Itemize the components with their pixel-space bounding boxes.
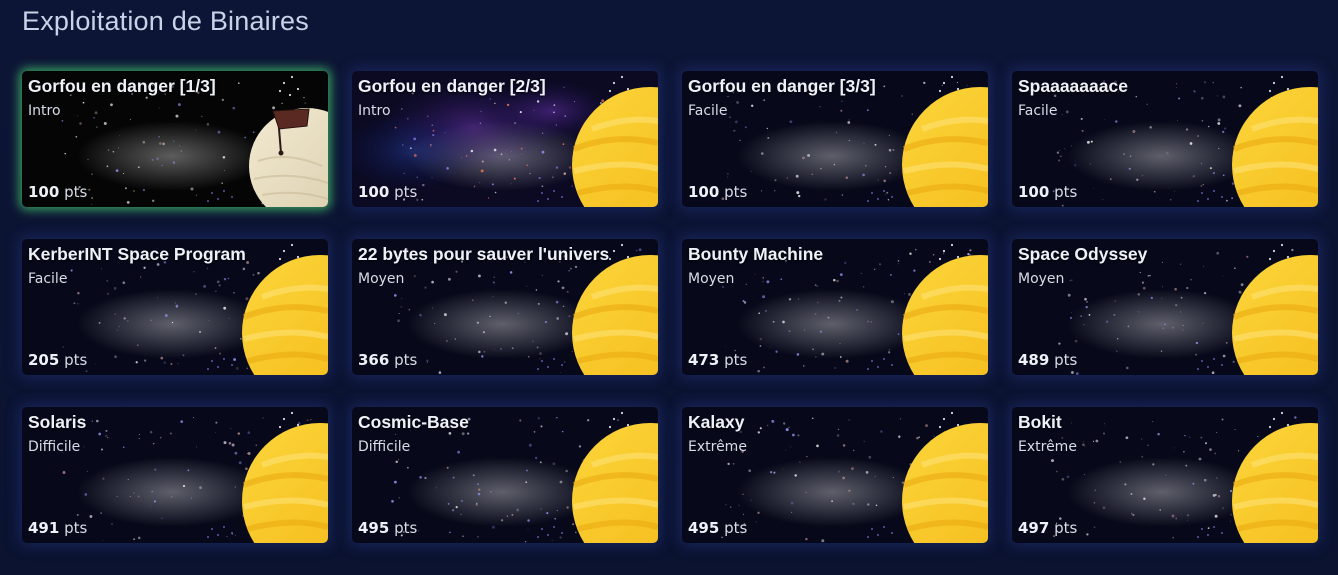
points-unit: pts (64, 183, 88, 201)
challenge-card[interactable]: Gorfou en danger [3/3] Facile 100 pts (682, 71, 988, 207)
points-unit: pts (394, 183, 418, 201)
challenge-title: Cosmic-Base (358, 412, 469, 432)
points-value: 100 (1018, 183, 1050, 201)
points-unit: pts (724, 519, 748, 537)
challenge-points: 100 pts (1018, 183, 1077, 201)
challenge-title: Space Odyssey (1018, 244, 1148, 264)
flag-icon (272, 108, 310, 130)
challenge-title: KerberINT Space Program (28, 244, 246, 264)
points-unit: pts (1054, 519, 1078, 537)
challenge-difficulty: Moyen (1018, 271, 1065, 287)
challenge-title: 22 bytes pour sauver l'univers (358, 244, 610, 264)
points-value: 100 (688, 183, 720, 201)
points-value: 495 (358, 519, 390, 537)
points-value: 497 (1018, 519, 1050, 537)
challenge-title: Solaris (28, 412, 87, 432)
challenge-card[interactable]: Kalaxy Extrême 495 pts (682, 407, 988, 543)
challenge-title: Gorfou en danger [3/3] (688, 76, 876, 96)
challenge-card[interactable]: KerberINT Space Program Facile 205 pts (22, 239, 328, 375)
challenge-title: Gorfou en danger [2/3] (358, 76, 546, 96)
challenge-card[interactable]: Solaris Difficile 491 pts (22, 407, 328, 543)
points-value: 473 (688, 351, 720, 369)
challenge-difficulty: Facile (28, 271, 68, 287)
points-value: 495 (688, 519, 720, 537)
challenge-points: 366 pts (358, 351, 417, 369)
challenge-title: Bokit (1018, 412, 1062, 432)
challenge-difficulty: Difficile (28, 439, 81, 455)
challenge-card[interactable]: 22 bytes pour sauver l'univers Moyen 366 p… (352, 239, 658, 375)
section-title: Exploitation de Binaires (22, 6, 309, 36)
challenge-points: 495 pts (358, 519, 417, 537)
challenge-difficulty: Facile (1018, 103, 1058, 119)
challenge-points: 100 pts (28, 183, 87, 201)
challenge-points: 205 pts (28, 351, 87, 369)
points-unit: pts (1054, 351, 1078, 369)
challenge-points: 100 pts (358, 183, 417, 201)
challenge-difficulty: Moyen (688, 271, 735, 287)
challenge-title: Spaaaaaaace (1018, 76, 1128, 96)
points-value: 100 (28, 183, 60, 201)
challenge-card[interactable]: Gorfou en danger [2/3] Intro 100 pts (352, 71, 658, 207)
challenge-difficulty: Intro (28, 103, 61, 119)
challenge-title: Gorfou en danger [1/3] (28, 76, 216, 96)
challenge-difficulty: Difficile (358, 439, 411, 455)
challenge-card[interactable]: Bokit Extrême 497 pts (1012, 407, 1318, 543)
points-value: 205 (28, 351, 60, 369)
points-unit: pts (724, 351, 748, 369)
points-unit: pts (64, 519, 88, 537)
challenge-card[interactable]: Spaaaaaaace Facile 100 pts (1012, 71, 1318, 207)
points-unit: pts (1054, 183, 1078, 201)
challenge-card[interactable]: Cosmic-Base Difficile 495 pts (352, 407, 658, 543)
points-unit: pts (394, 519, 418, 537)
challenge-card[interactable]: Gorfou en danger [1/3] Intro 100 pts (22, 71, 328, 207)
challenge-card[interactable]: Space Odyssey Moyen 489 pts (1012, 239, 1318, 375)
points-value: 491 (28, 519, 60, 537)
points-value: 366 (358, 351, 390, 369)
challenge-difficulty: Extrême (688, 439, 747, 455)
page: Exploitation de Binaires Gorfou en dange… (0, 0, 1338, 575)
challenge-title: Kalaxy (688, 412, 745, 432)
challenge-points: 495 pts (688, 519, 747, 537)
challenge-points: 491 pts (28, 519, 87, 537)
points-unit: pts (64, 351, 88, 369)
challenge-title: Bounty Machine (688, 244, 824, 264)
challenge-grid: Gorfou en danger [1/3] Intro 100 pts Gorfou… (22, 71, 1318, 543)
points-value: 100 (358, 183, 390, 201)
challenge-difficulty: Extrême (1018, 439, 1077, 455)
points-unit: pts (724, 183, 748, 201)
points-value: 489 (1018, 351, 1050, 369)
challenge-points: 473 pts (688, 351, 747, 369)
challenge-points: 489 pts (1018, 351, 1077, 369)
challenge-difficulty: Intro (358, 103, 391, 119)
challenge-card[interactable]: Bounty Machine Moyen 473 pts (682, 239, 988, 375)
challenge-points: 100 pts (688, 183, 747, 201)
challenge-difficulty: Facile (688, 103, 728, 119)
challenge-difficulty: Moyen (358, 271, 405, 287)
points-unit: pts (394, 351, 418, 369)
challenge-points: 497 pts (1018, 519, 1077, 537)
